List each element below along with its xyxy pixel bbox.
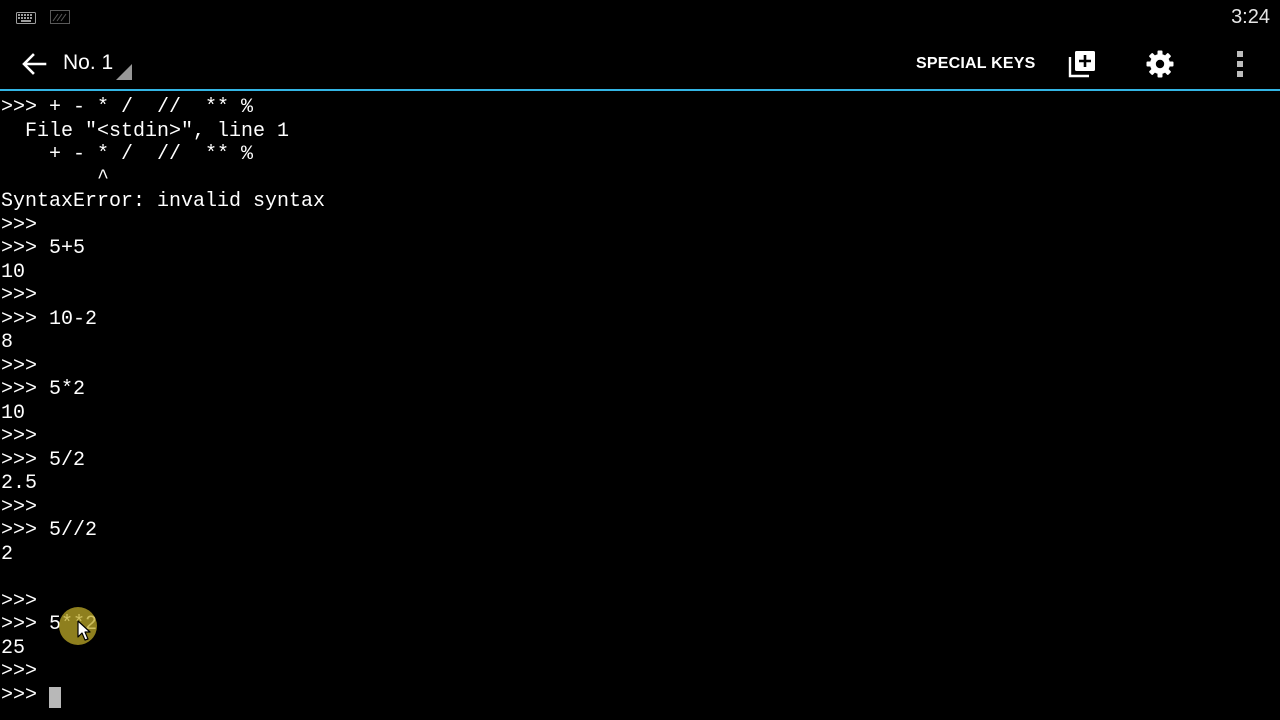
gear-icon — [1146, 50, 1174, 78]
terminal-prompt-line[interactable]: >>> — [0, 684, 49, 708]
terminal-line: ^ — [1, 166, 110, 190]
mouse-pointer-icon — [77, 620, 91, 642]
terminal-line: >>> 5*2 — [1, 378, 86, 401]
action-bar-divider — [0, 89, 1280, 91]
terminal-line: >>> — [1, 425, 38, 448]
terminal-line: 10 — [1, 260, 26, 284]
terminal-line: 10 — [1, 401, 26, 425]
terminal-output[interactable]: >>> + - * / // ** % File "<stdin>", line… — [0, 96, 1280, 720]
overflow-menu-icon — [1237, 51, 1243, 77]
terminal-line: >>> — [1, 354, 38, 378]
text-cursor — [49, 687, 61, 708]
terminal-line: File "<stdin>", line 1 — [1, 119, 290, 143]
status-bar: 3:24 — [0, 0, 1280, 36]
terminal-line: 2 — [1, 542, 14, 566]
terminal-line: >>> + - * / // ** % — [1, 96, 254, 119]
back-button[interactable] — [14, 48, 54, 80]
terminal-line: 2.5 — [1, 472, 38, 495]
new-window-button[interactable] — [1062, 44, 1102, 84]
terminal-line: >>> — [1, 213, 38, 237]
terminal-line: SyntaxError: invalid syntax — [1, 190, 326, 213]
terminal-line: >>> 10-2 — [1, 307, 98, 331]
terminal-line: >>> — [1, 589, 38, 613]
status-bar-clock: 3:24 — [1231, 6, 1270, 28]
terminal-line: >>> 5+5 — [1, 237, 86, 260]
new-window-icon — [1068, 51, 1095, 78]
window-title: No. 1 — [63, 51, 114, 74]
settings-button[interactable] — [1140, 44, 1180, 84]
terminal-line: >>> 5//2 — [1, 519, 98, 542]
overflow-menu-button[interactable] — [1222, 44, 1258, 84]
keyboard-icon — [16, 11, 36, 24]
dropdown-corner-icon — [116, 64, 132, 80]
window-selector-dropdown[interactable]: No. 1 — [62, 44, 136, 84]
action-bar: No. 1 SPECIAL KEYS — [0, 36, 1280, 90]
back-arrow-icon — [22, 53, 47, 75]
screencast-icon — [50, 10, 70, 24]
terminal-line: >>> — [1, 284, 38, 307]
terminal-line: 8 — [1, 331, 14, 354]
terminal-line: + - * / // ** % — [1, 143, 254, 166]
terminal-line: 25 — [1, 636, 26, 660]
terminal-line: >>> 5/2 — [1, 448, 86, 472]
terminal-line: >>> — [1, 660, 38, 683]
special-keys-button[interactable]: SPECIAL KEYS — [908, 44, 1043, 84]
terminal-line: >>> — [1, 495, 38, 519]
